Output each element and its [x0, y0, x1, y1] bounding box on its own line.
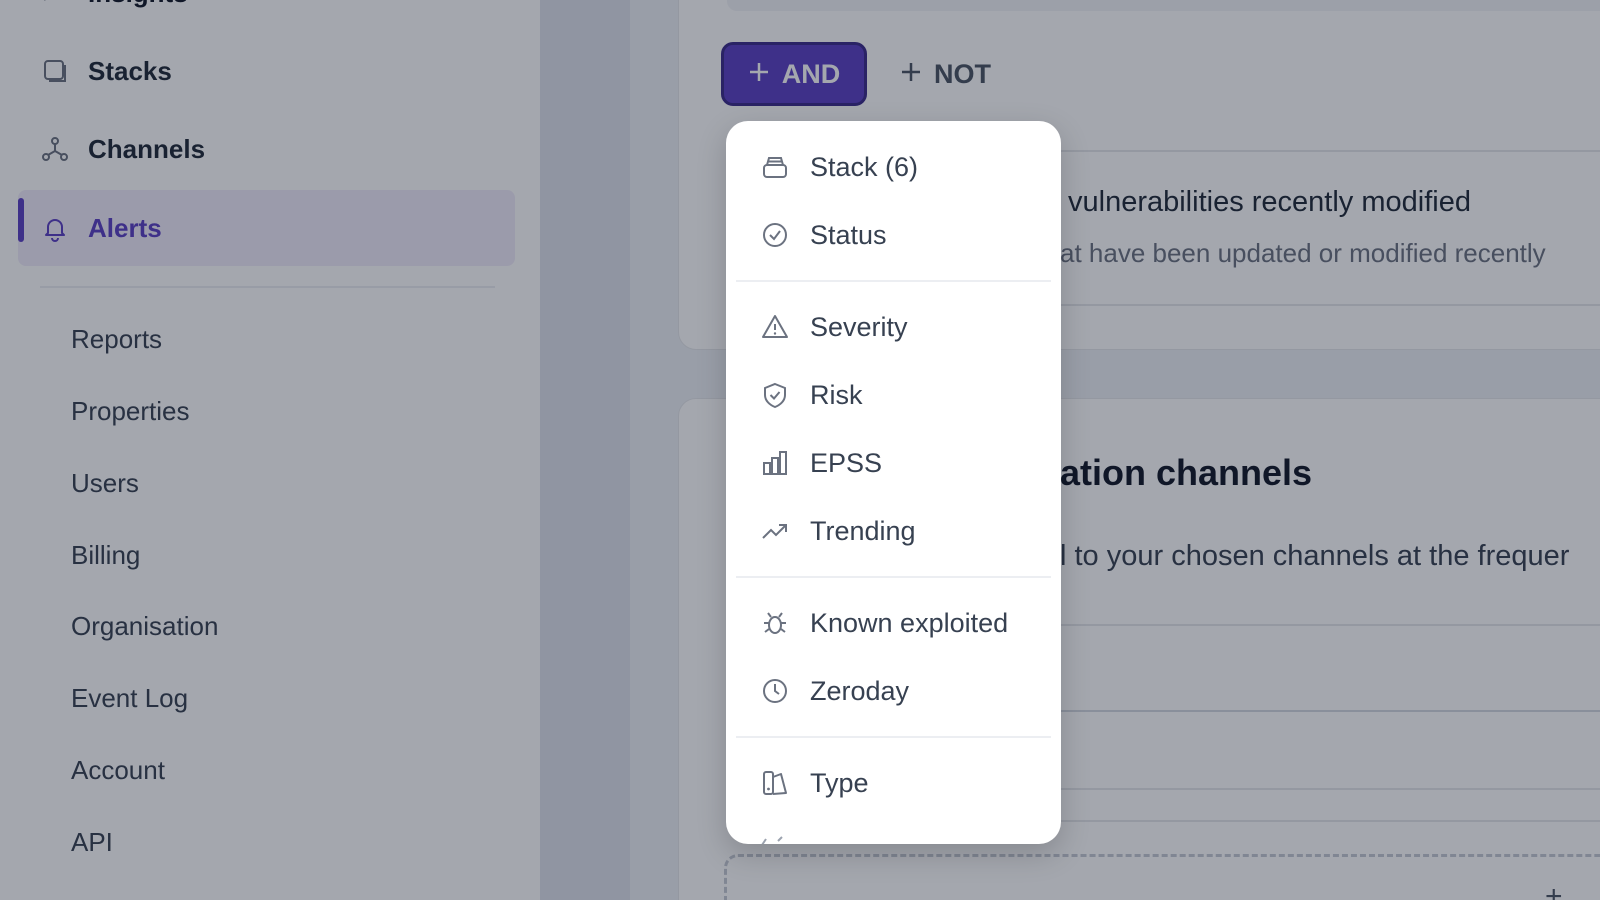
trending-up-icon	[760, 516, 790, 546]
menu-item-label: Type	[810, 767, 869, 798]
menu-item-label: Known exploited	[810, 607, 1009, 638]
menu-item-label: Risk	[810, 379, 863, 410]
menu-item-zeroday[interactable]: Zeroday	[726, 661, 1061, 721]
menu-item-status[interactable]: Status	[726, 205, 1061, 265]
menu-item-label: Trending	[810, 515, 916, 546]
stack-icon	[760, 152, 790, 182]
menu-item-severity[interactable]: Severity	[726, 297, 1061, 357]
check-circle-icon	[760, 220, 790, 250]
shapes-icon	[760, 768, 790, 798]
bug-icon	[760, 608, 790, 638]
menu-item-risk[interactable]: Risk	[726, 365, 1061, 425]
menu-item-stack[interactable]: Stack (6)	[726, 137, 1061, 197]
menu-item-label: Zeroday	[810, 675, 910, 706]
clock-icon	[760, 676, 790, 706]
menu-item-type[interactable]: Type	[726, 753, 1061, 813]
shield-check-icon	[760, 380, 790, 410]
menu-item-known-exploited[interactable]: Known exploited	[726, 593, 1061, 653]
filter-dropdown-menu: Stack (6) Status Severity Risk EPSS Tren…	[726, 121, 1061, 844]
menu-item-label: EPSS	[810, 447, 883, 478]
warning-triangle-icon	[760, 312, 790, 342]
menu-item-label: Status	[810, 219, 887, 250]
menu-item-label: Severity	[810, 311, 908, 342]
menu-item-epss[interactable]: EPSS	[726, 433, 1061, 493]
menu-divider	[736, 736, 1051, 738]
menu-divider	[736, 576, 1051, 578]
menu-item-partial	[760, 833, 820, 844]
menu-item-trending[interactable]: Trending	[726, 501, 1061, 561]
menu-divider	[736, 280, 1051, 282]
menu-item-label: Stack (6)	[810, 151, 919, 182]
bar-chart-icon	[760, 448, 790, 478]
